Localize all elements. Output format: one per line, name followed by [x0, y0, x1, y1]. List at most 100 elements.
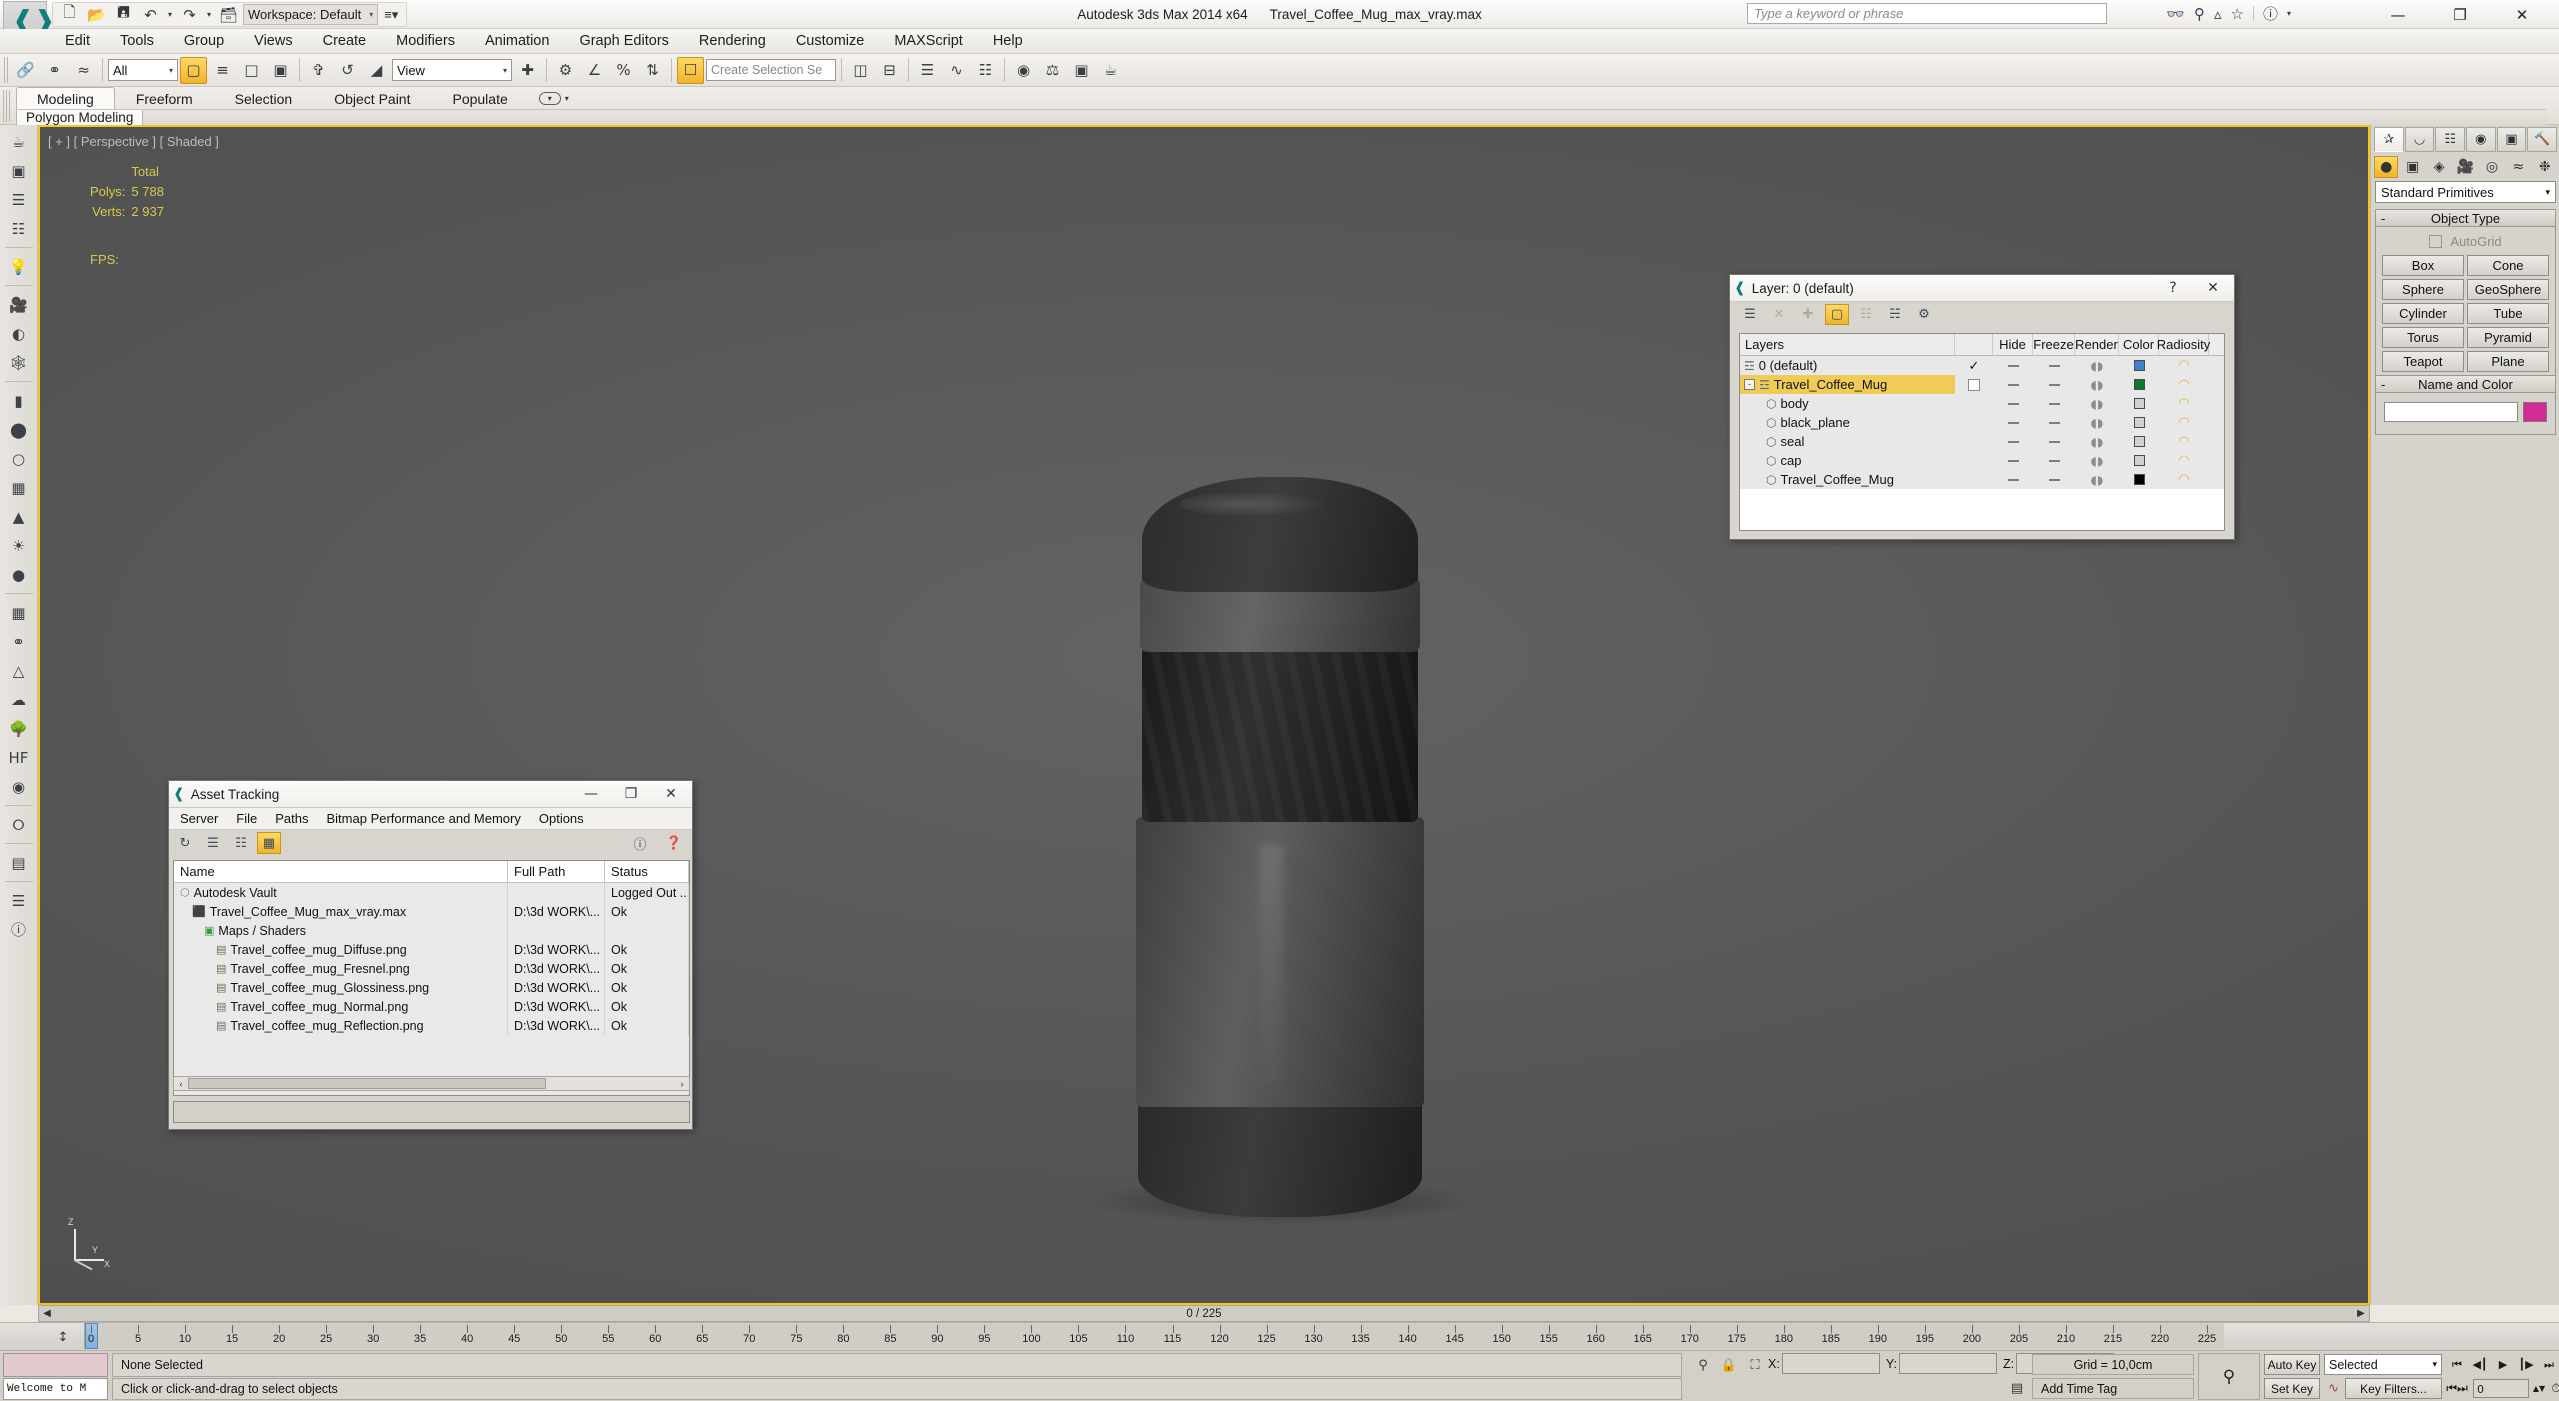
- modify-tab[interactable]: ◡: [2405, 127, 2435, 152]
- layer-dialog-title-bar[interactable]: ❰ Layer: 0 (default) ? ✕: [1730, 275, 2234, 302]
- subscription-icon[interactable]: ▵: [2214, 5, 2222, 23]
- layer-freeze-cell[interactable]: [2033, 413, 2075, 432]
- layer-properties-icon[interactable]: ⚙: [1912, 304, 1936, 325]
- timeline-ruler[interactable]: 0510152025303540455055606570758085909510…: [84, 1323, 2224, 1349]
- open-mini-curve-editor-icon[interactable]: ↕: [48, 1325, 78, 1349]
- snaps-toggle-icon[interactable]: ⚙: [552, 57, 579, 84]
- align-icon[interactable]: ⊟: [876, 57, 903, 84]
- grid-mesh-icon[interactable]: ▦: [3, 474, 35, 501]
- star-icon[interactable]: ☆: [2231, 5, 2244, 23]
- highlight-selected-objects-layer-icon[interactable]: ☷: [1854, 304, 1878, 325]
- rendered-frame-icon[interactable]: ☷: [3, 215, 35, 242]
- layer-color-cell[interactable]: [2119, 356, 2159, 375]
- binoculars-icon[interactable]: 👓: [2166, 5, 2185, 23]
- layer-expand-collapse-icon[interactable]: -: [1744, 379, 1755, 390]
- toolbar-grip[interactable]: [4, 57, 10, 83]
- help-web-icon[interactable]: ⓘ: [628, 832, 652, 854]
- layer-list-grid[interactable]: LayersHideFreezeRenderColorRadiosity ☲0 …: [1739, 333, 2225, 531]
- foliage-icon[interactable]: 🌳: [3, 715, 35, 742]
- layer-render-cell[interactable]: ◖◗: [2075, 432, 2119, 451]
- add-selection-to-layer-icon[interactable]: ✚: [1796, 304, 1820, 325]
- asset-row[interactable]: ▣Maps / Shaders: [174, 921, 689, 940]
- layer-current-checkbox[interactable]: [1968, 379, 1980, 391]
- open-file-icon[interactable]: 📂: [84, 4, 109, 26]
- autogrid-checkbox-row[interactable]: AutoGrid: [2382, 234, 2549, 249]
- layer-render-cell[interactable]: ◖◗: [2075, 356, 2119, 375]
- layer-freeze-cell[interactable]: [2033, 432, 2075, 451]
- object-type-button-torus[interactable]: Torus: [2382, 327, 2464, 348]
- asset-row[interactable]: ▤Travel_coffee_mug_Reflection.pngD:\3d W…: [174, 1016, 689, 1035]
- ribbon-tab-freeform[interactable]: Freeform: [115, 87, 214, 109]
- lock-selection-icon[interactable]: 🔒: [1716, 1353, 1742, 1377]
- select-objects-in-layer-icon[interactable]: ▢: [1825, 304, 1849, 325]
- layer-color-cell[interactable]: [2119, 451, 2159, 470]
- render-setup-icon[interactable]: ☰: [3, 186, 35, 213]
- angle-snap-toggle-icon[interactable]: ∠: [581, 57, 608, 84]
- caddy-icon[interactable]: ◉: [3, 773, 35, 800]
- percent-snap-toggle-icon[interactable]: %: [610, 57, 637, 84]
- layer-column-header-render[interactable]: Render: [2075, 334, 2119, 355]
- select-and-scale-icon[interactable]: ◢: [363, 57, 390, 84]
- lights-icon[interactable]: ◈: [2427, 156, 2451, 178]
- layer-radiosity-cell[interactable]: ◠: [2159, 451, 2209, 470]
- layer-row-name-cell[interactable]: ☲0 (default): [1740, 356, 1955, 375]
- asset-row-name-cell[interactable]: ▣Maps / Shaders: [174, 921, 508, 940]
- viewport-bottom-scroll-bar[interactable]: ◀ 0 / 225 ▶: [38, 1305, 2370, 1322]
- render-frame-window-icon[interactable]: ▣: [3, 157, 35, 184]
- layer-hide-cell[interactable]: [1993, 470, 2033, 489]
- grid-view-icon[interactable]: ▦: [257, 832, 281, 854]
- rectangular-selection-region-icon[interactable]: □: [238, 57, 265, 84]
- redo-dropdown-icon[interactable]: ▾: [204, 4, 214, 26]
- help-icon[interactable]: ⓘ: [2263, 3, 2278, 24]
- layer-current-cell[interactable]: ✓: [1955, 356, 1993, 375]
- layer-hide-cell[interactable]: [1993, 356, 2033, 375]
- ribbon-options-dropdown[interactable]: ▾▾: [529, 87, 579, 109]
- menu-item-views[interactable]: Views: [239, 30, 307, 52]
- viewport-label[interactable]: [ + ] [ Perspective ] [ Shaded ]: [48, 134, 219, 149]
- ribbon-tab-modeling[interactable]: Modeling: [16, 87, 115, 109]
- object-name-input[interactable]: [2384, 402, 2518, 422]
- layer-current-cell[interactable]: [1955, 432, 1993, 451]
- layer-radiosity-cell[interactable]: ◠: [2159, 356, 2209, 375]
- layer-row-name-cell[interactable]: ⬡cap: [1740, 451, 1955, 470]
- ribbon-grip[interactable]: [3, 90, 10, 122]
- object-type-button-box[interactable]: Box: [2382, 255, 2464, 276]
- new-file-icon[interactable]: 🗋: [57, 4, 82, 26]
- layer-row[interactable]: ⬡body◖◗◠: [1740, 394, 2224, 413]
- material-editor-icon[interactable]: ▤: [3, 849, 35, 876]
- asset-row-name-cell[interactable]: ▤Travel_coffee_mug_Normal.png: [174, 997, 508, 1016]
- undo-dropdown-icon[interactable]: ▾: [165, 4, 175, 26]
- scrollbar-thumb[interactable]: [188, 1078, 546, 1089]
- scroll-right-icon[interactable]: ▶: [2353, 1308, 2369, 1319]
- object-type-button-plane[interactable]: Plane: [2467, 351, 2549, 372]
- layer-color-swatch[interactable]: [2134, 360, 2145, 371]
- reference-coordinate-system-combo[interactable]: View ▾: [392, 59, 512, 81]
- geosphere-icon[interactable]: ⭘: [3, 811, 35, 838]
- layer-freeze-cell[interactable]: [2033, 356, 2075, 375]
- coordinate-x-field[interactable]: [1782, 1353, 1880, 1374]
- space-warps-icon[interactable]: ≈: [2506, 156, 2530, 178]
- asset-row[interactable]: ⬛Travel_Coffee_Mug_max_vray.maxD:\3d WOR…: [174, 902, 689, 921]
- layer-color-swatch[interactable]: [2134, 436, 2145, 447]
- restore-button[interactable]: ❐: [2429, 1, 2491, 29]
- object-type-button-cylinder[interactable]: Cylinder: [2382, 303, 2464, 324]
- rendered-frame-window-icon[interactable]: ▣: [1068, 57, 1095, 84]
- asset-row-name-cell[interactable]: ⬡Autodesk Vault: [174, 883, 508, 902]
- asset-menu-item-file[interactable]: File: [227, 809, 266, 828]
- box-primitive-icon[interactable]: ▮: [3, 387, 35, 414]
- key-filter-selection-combo[interactable]: Selected ▾: [2324, 1354, 2442, 1375]
- cone-icon[interactable]: ▲: [3, 503, 35, 530]
- asset-row-name-cell[interactable]: ▤Travel_coffee_mug_Diffuse.png: [174, 940, 508, 959]
- menu-item-maxscript[interactable]: MAXScript: [879, 30, 978, 52]
- layer-row-name-cell[interactable]: -☲Travel_Coffee_Mug: [1740, 375, 1955, 394]
- layer-row[interactable]: ⬡cap◖◗◠: [1740, 451, 2224, 470]
- parameter-curve-out-of-range-icon[interactable]: ∿: [2324, 1378, 2343, 1399]
- set-current-layer-icon[interactable]: ☵: [1883, 304, 1907, 325]
- menu-item-customize[interactable]: Customize: [781, 30, 880, 52]
- asset-menu-item-paths[interactable]: Paths: [266, 809, 317, 828]
- layer-column-header-freeze[interactable]: Freeze: [2033, 334, 2075, 355]
- cloud-icon[interactable]: ☁: [3, 686, 35, 713]
- create-new-layer-icon[interactable]: ☰: [1738, 304, 1762, 325]
- scroll-right-icon[interactable]: ›: [675, 1079, 689, 1089]
- time-tag-icon[interactable]: ▤: [2006, 1378, 2028, 1399]
